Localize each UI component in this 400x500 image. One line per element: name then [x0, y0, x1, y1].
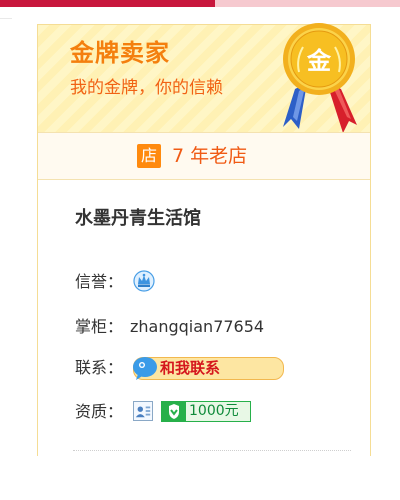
- shop-info-card: 金牌卖家 我的金牌，你的信赖 金 店 7 年老店 水墨丹青生活馆 信誉： 掌柜：…: [37, 23, 371, 456]
- medal-glyph: 金: [306, 47, 332, 75]
- contact-me-button[interactable]: 和我联系: [133, 357, 284, 380]
- deposit-amount: 1000元: [189, 403, 239, 419]
- qualification-label: 资质：: [75, 402, 124, 421]
- gold-seller-title: 金牌卖家: [70, 39, 170, 67]
- shield-deposit-icon: [162, 402, 186, 421]
- shop-age-band: 店 7 年老店: [38, 132, 370, 180]
- top-bar-red: [0, 0, 215, 7]
- credit-label: 信誉：: [75, 272, 124, 291]
- shop-age-text: 7 年老店: [172, 145, 248, 167]
- left-edge-line: [0, 18, 12, 19]
- dotted-divider: [73, 450, 351, 451]
- gold-medal-icon: 金: [283, 23, 357, 133]
- id-card-icon[interactable]: [133, 401, 153, 421]
- deposit-badge[interactable]: 1000元: [161, 401, 251, 422]
- contact-label: 联系：: [75, 358, 124, 377]
- shop-icon: 店: [137, 144, 161, 168]
- chat-bubble-icon: [133, 357, 157, 380]
- top-color-bar: [0, 0, 400, 10]
- blue-crown-icon[interactable]: [133, 270, 155, 292]
- keeper-name[interactable]: zhangqian77654: [130, 316, 264, 338]
- top-bar-pink: [215, 0, 400, 7]
- shop-name[interactable]: 水墨丹青生活馆: [75, 207, 201, 231]
- gold-seller-header: 金牌卖家 我的金牌，你的信赖 金: [38, 23, 370, 133]
- keeper-label: 掌柜：: [75, 317, 124, 336]
- contact-me-label: 和我联系: [160, 359, 221, 377]
- gold-seller-subtitle: 我的金牌，你的信赖: [70, 78, 223, 98]
